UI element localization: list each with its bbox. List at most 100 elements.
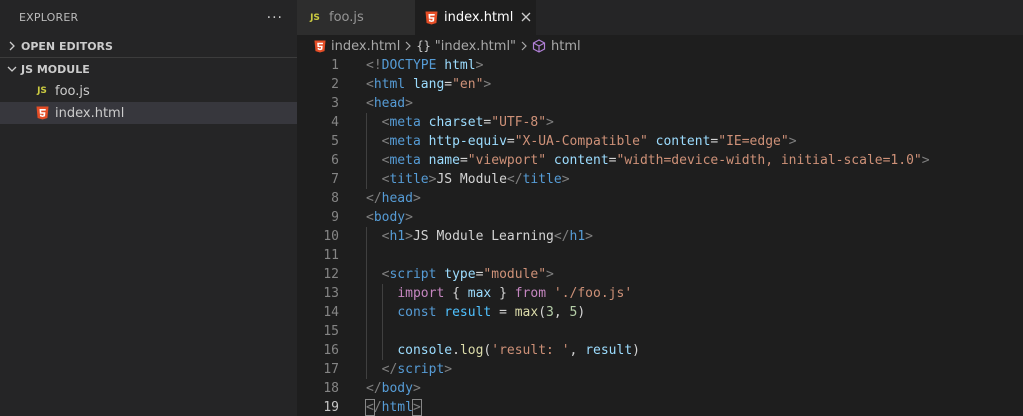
code-token: <! <box>366 58 382 73</box>
code-line[interactable]: 4 <meta charset="UTF-8"> <box>297 113 1023 132</box>
code-line[interactable]: 16 console.log('result: ', result) <box>297 341 1023 360</box>
line-content: </body> <box>366 379 421 398</box>
tab-index-html[interactable]: index.html <box>415 0 536 35</box>
code-token: title <box>522 172 562 187</box>
indent-guide <box>366 265 367 284</box>
folder-section[interactable]: JS MODULE <box>0 58 297 80</box>
code-token: = <box>608 153 617 168</box>
code-token: script <box>397 362 445 377</box>
code-token: , <box>569 343 586 358</box>
code-token: console <box>397 343 453 358</box>
breadcrumb-file[interactable]: index.html <box>314 39 400 54</box>
code-line[interactable]: 7 <title>JS Module</title> <box>297 170 1023 189</box>
code-token: > <box>788 134 797 149</box>
file-item-foo-js[interactable]: JS foo.js <box>0 80 297 102</box>
chevron-right-icon <box>404 41 412 51</box>
code-line[interactable]: 10 <h1>JS Module Learning</h1> <box>297 227 1023 246</box>
indent-guide <box>381 284 383 303</box>
indent-guide <box>366 303 367 322</box>
line-number: 17 <box>323 362 339 377</box>
code-token: "width=device-width, initial-scale=1.0" <box>616 153 922 168</box>
line-number: 3 <box>331 96 339 111</box>
code-token: </ <box>506 172 523 187</box>
code-token: head <box>373 96 406 111</box>
indent-guide <box>366 151 367 170</box>
code-line[interactable]: 5 <meta http-equiv="X-UA-Compatible" con… <box>297 132 1023 151</box>
chevron-right-icon <box>4 41 20 51</box>
indent-guide <box>366 360 367 379</box>
code-token: max <box>514 305 539 320</box>
code-line[interactable]: 18 </body> <box>297 379 1023 398</box>
code-token: > <box>405 210 413 225</box>
code-token: './foo.js' <box>553 286 633 301</box>
code-line[interactable]: 12 <script type="module"> <box>297 265 1023 284</box>
code-token: > <box>475 58 484 73</box>
code-line[interactable]: 17 </script> <box>297 360 1023 379</box>
code-line[interactable]: 14 const result = max(3, 5) <box>297 303 1023 322</box>
code-token: name <box>428 153 460 168</box>
line-content: const result = max(3, 5) <box>366 303 585 322</box>
code-token: > <box>405 96 413 111</box>
code-line[interactable]: 1 <!DOCTYPE html> <box>297 56 1023 75</box>
code-line[interactable]: 9 <body> <box>297 208 1023 227</box>
code-token: title <box>389 172 429 187</box>
code-token: </ <box>366 381 382 396</box>
code-token: meta <box>389 153 421 168</box>
code-token: </ <box>366 191 382 206</box>
line-number: 9 <box>331 210 339 225</box>
indent-guide <box>366 132 367 151</box>
html-file-icon <box>314 40 326 53</box>
indent-guide <box>366 284 367 303</box>
line-number: 1 <box>331 58 339 73</box>
breadcrumb-symbol[interactable]: html <box>532 39 581 54</box>
code-token: < <box>366 210 374 225</box>
line-number: 5 <box>331 134 339 149</box>
code-token: </ <box>553 229 570 244</box>
code-line[interactable]: 19 </html> <box>297 398 1023 416</box>
code-editor[interactable]: 1 <!DOCTYPE html> 2 <html lang="en"> 3 <head>… <box>297 56 1023 416</box>
file-name: foo.js <box>55 83 90 99</box>
code-token: = <box>459 153 468 168</box>
code-token: > <box>412 191 421 206</box>
html-file-icon <box>34 105 50 121</box>
code-line[interactable]: 2 <html lang="en"> <box>297 75 1023 94</box>
breadcrumb-element[interactable]: {} "index.html" <box>416 39 516 54</box>
line-number: 19 <box>323 400 339 415</box>
code-line[interactable]: 3 <head> <box>297 94 1023 113</box>
code-token: html <box>444 58 476 73</box>
code-token: = <box>444 77 453 92</box>
html-file-icon <box>425 10 438 26</box>
file-item-index-html[interactable]: index.html <box>0 102 297 124</box>
indent-guide <box>366 341 367 360</box>
line-number: 14 <box>323 305 339 320</box>
line-content: </html> <box>365 398 422 416</box>
breadcrumb: index.html {} "index.html" html <box>297 35 1023 57</box>
code-line[interactable]: 11 <box>297 246 1023 265</box>
indent-guide <box>366 322 367 341</box>
code-token: > <box>483 77 492 92</box>
close-icon[interactable] <box>521 10 531 26</box>
more-actions-icon[interactable]: ··· <box>267 10 283 26</box>
code-line[interactable]: 6 <meta name="viewport" content="width=d… <box>297 151 1023 170</box>
code-token: charset <box>428 115 484 130</box>
line-number: 12 <box>323 267 339 282</box>
line-content: <title>JS Module</title> <box>366 170 570 189</box>
tab-foo-js[interactable]: JS foo.js <box>297 0 415 35</box>
code-token: head <box>381 191 413 206</box>
code-token: 3 <box>546 305 554 320</box>
code-token: > <box>921 153 930 168</box>
code-line[interactable]: 15 <box>297 322 1023 341</box>
breadcrumb-element-label: "index.html" <box>434 38 517 54</box>
code-line[interactable]: 8 </head> <box>297 189 1023 208</box>
code-line[interactable]: 13 import { max } from './foo.js' <box>297 284 1023 303</box>
open-editors-section[interactable]: OPEN EDITORS <box>0 35 297 57</box>
code-token: / <box>373 400 382 415</box>
line-number: 2 <box>331 77 339 92</box>
code-token: content <box>553 153 609 168</box>
indent-guide <box>366 170 367 189</box>
code-token: ( <box>538 305 547 320</box>
